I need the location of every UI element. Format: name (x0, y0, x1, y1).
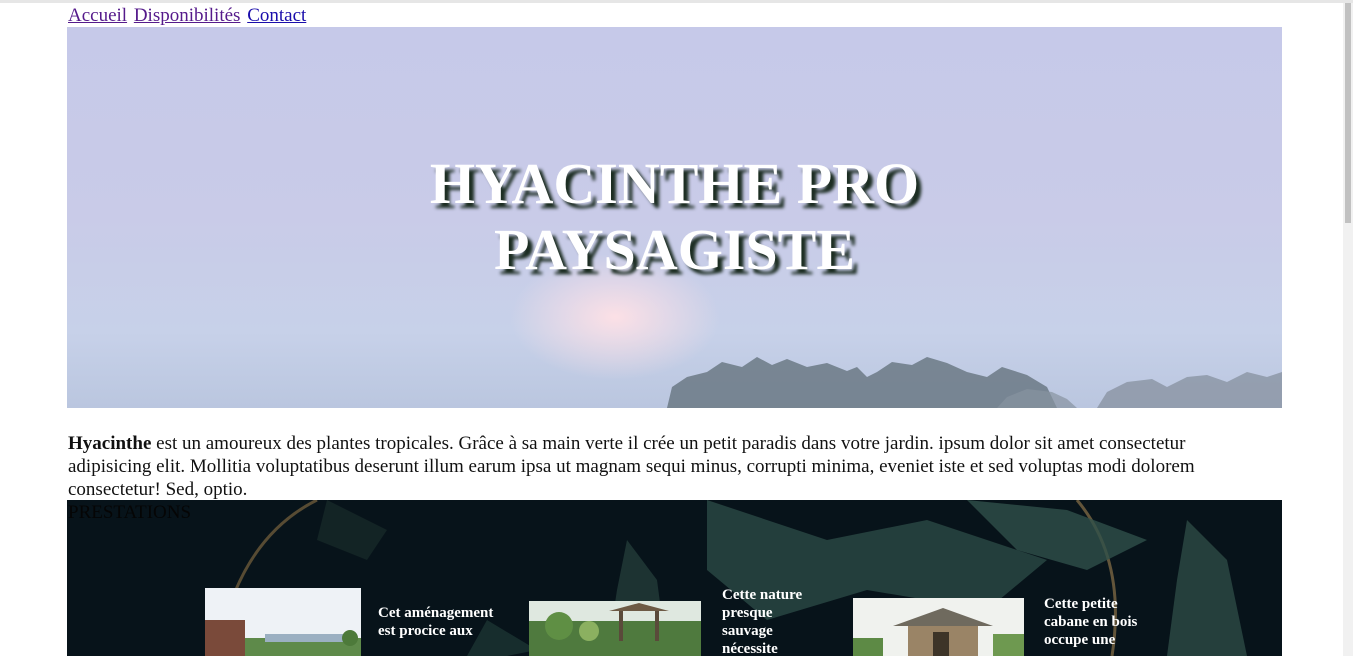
service-card-1-photo[interactable] (205, 588, 361, 656)
services-heading: PRESTATIONS (68, 502, 192, 523)
service-card-3-text: Cette petite cabane en bois occupe une (1044, 596, 1138, 648)
intro-name: Hyacinthe (68, 433, 152, 454)
nav-link-contact[interactable]: Contact (247, 5, 306, 26)
hero-title-line2: PAYSAGISTE (493, 217, 856, 282)
main-nav: Accueil Disponibilités Contact (68, 5, 308, 27)
service-card-2-photo[interactable] (529, 601, 701, 656)
nav-link-disponibilites[interactable]: Disponibilités (134, 5, 241, 26)
garden-house-image (205, 588, 361, 656)
nav-link-accueil[interactable]: Accueil (68, 5, 127, 26)
service-card-3-photo[interactable] (853, 598, 1024, 656)
intro-text: est un amoureux des plantes tropicales. … (68, 433, 1195, 500)
hero-title: HYACINTHE PRO PAYSAGISTE (67, 151, 1282, 283)
page-scrollbar[interactable] (1343, 3, 1353, 656)
wooden-cabin-image (853, 598, 1024, 656)
hero-banner: HYACINTHE PRO PAYSAGISTE (67, 27, 1282, 408)
hero-title-line1: HYACINTHE PRO (429, 151, 920, 216)
scrollbar-thumb[interactable] (1345, 3, 1351, 223)
gazebo-garden-image (529, 601, 701, 656)
browser-top-edge (0, 0, 1353, 3)
services-section: PRESTATIONS Cet aménagement est procice … (67, 500, 1282, 656)
intro-paragraph: Hyacinthe est un amoureux des plantes tr… (68, 432, 1273, 501)
service-card-1-text: Cet aménagement est procice aux (378, 605, 494, 639)
service-card-2-text: Cette nature presque sauvage nécessite (722, 587, 803, 656)
